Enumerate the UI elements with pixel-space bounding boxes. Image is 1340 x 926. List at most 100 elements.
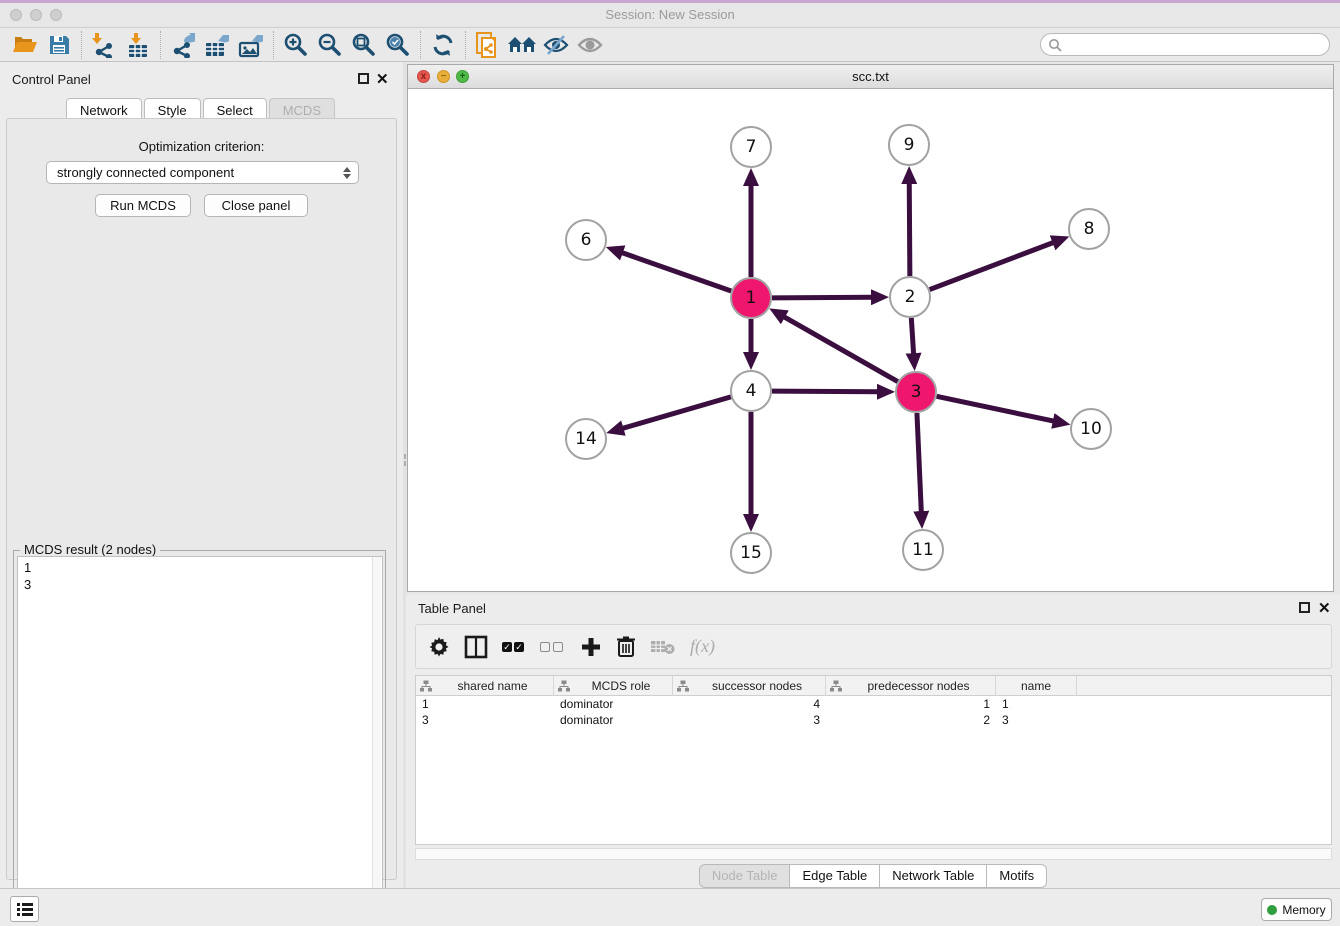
result-scrollbar[interactable]	[372, 557, 381, 925]
edge-4-to-3[interactable]	[772, 391, 879, 392]
deselect-all-checkboxes-icon[interactable]	[540, 632, 566, 662]
column-header-MCDS-role[interactable]: MCDS role	[554, 676, 673, 696]
zoom-selected-icon[interactable]	[381, 30, 415, 60]
edge-4-to-14[interactable]	[622, 397, 731, 429]
network-window: x − + scc.txt 7 9 6 8 1 2 4 3 14 10 15 11	[407, 64, 1334, 592]
table-panel: Table Panel ✕ ✓✓	[406, 595, 1340, 888]
network-window-title: scc.txt	[408, 69, 1333, 84]
mcds-result-title: MCDS result (2 nodes)	[20, 542, 160, 557]
hide-selected-icon[interactable]	[539, 30, 573, 60]
tab-network-table[interactable]: Network Table	[880, 864, 987, 888]
table-row[interactable]: 3dominator323	[416, 712, 1331, 728]
column-header-successor-nodes[interactable]: successor nodes	[673, 676, 826, 696]
table-row[interactable]: 1dominator411	[416, 696, 1331, 712]
graph-node-3[interactable]: 3	[895, 371, 937, 413]
table-cell[interactable]: 3	[996, 712, 1077, 728]
edge-2-to-9[interactable]	[909, 182, 910, 276]
graph-node-15[interactable]: 15	[730, 532, 772, 574]
criterion-dropdown[interactable]: strongly connected component	[46, 161, 359, 184]
zoom-in-icon[interactable]	[279, 30, 313, 60]
control-panel-title: Control Panel	[12, 72, 91, 87]
network-canvas[interactable]: 7 9 6 8 1 2 4 3 14 10 15 11	[408, 89, 1333, 591]
refresh-icon[interactable]	[426, 30, 460, 60]
edge-1-to-6[interactable]	[621, 252, 731, 291]
tab-motifs[interactable]: Motifs	[987, 864, 1047, 888]
control-panel: Control Panel ✕ NetworkStyleSelectMCDS O…	[0, 62, 403, 888]
show-columns-icon[interactable]	[464, 632, 488, 662]
table-float-icon[interactable]	[1299, 602, 1310, 613]
table-cell[interactable]: 1	[826, 696, 996, 712]
export-network-icon[interactable]	[166, 30, 200, 60]
window-title: Session: New Session	[0, 7, 1340, 22]
graph-node-9[interactable]: 9	[888, 124, 930, 166]
table-cell[interactable]: 3	[673, 712, 826, 728]
memory-label: Memory	[1282, 903, 1325, 917]
graph-node-8[interactable]: 8	[1068, 208, 1110, 250]
export-image-icon[interactable]	[234, 30, 268, 60]
import-network-icon[interactable]	[87, 30, 121, 60]
show-all-icon	[573, 30, 607, 60]
table-close-icon[interactable]: ✕	[1318, 599, 1331, 617]
edge-3-to-1[interactable]	[783, 316, 898, 381]
zoom-fit-icon[interactable]	[347, 30, 381, 60]
delete-table-icon	[650, 632, 676, 662]
import-table-icon[interactable]	[121, 30, 155, 60]
zoom-out-icon[interactable]	[313, 30, 347, 60]
tab-edge-table[interactable]: Edge Table	[790, 864, 880, 888]
float-panel-icon[interactable]	[358, 73, 369, 84]
attribute-tree-icon	[420, 680, 432, 692]
column-header-name[interactable]: name	[996, 676, 1077, 696]
attribute-tree-icon	[558, 680, 570, 692]
table-cell[interactable]: 4	[673, 696, 826, 712]
dropdown-arrows-icon	[343, 166, 351, 180]
export-table-icon[interactable]	[200, 30, 234, 60]
table-cell[interactable]: 3	[416, 712, 554, 728]
node-table[interactable]: shared nameMCDS rolesuccessor nodesprede…	[415, 675, 1332, 845]
edge-3-to-11[interactable]	[917, 413, 921, 513]
add-column-icon[interactable]	[580, 632, 602, 662]
graph-node-14[interactable]: 14	[565, 418, 607, 460]
table-options-gear-icon[interactable]	[428, 632, 450, 662]
edge-3-to-10[interactable]	[937, 396, 1055, 421]
network-window-titlebar[interactable]: x − + scc.txt	[408, 65, 1333, 89]
attribute-tree-icon	[677, 680, 689, 692]
table-cell[interactable]: 1	[416, 696, 554, 712]
graph-node-6[interactable]: 6	[565, 219, 607, 261]
edge-1-to-2[interactable]	[772, 297, 873, 298]
close-panel-button[interactable]: Close panel	[204, 194, 308, 217]
graph-node-7[interactable]: 7	[730, 126, 772, 168]
edge-2-to-8[interactable]	[930, 242, 1055, 289]
close-panel-icon[interactable]: ✕	[376, 70, 389, 88]
first-neighbors-icon[interactable]	[505, 30, 539, 60]
delete-column-trash-icon[interactable]	[616, 632, 636, 662]
table-cell[interactable]: dominator	[554, 696, 673, 712]
memory-status-icon	[1267, 905, 1277, 915]
table-horizontal-scrollbar[interactable]	[415, 848, 1332, 860]
graph-node-1[interactable]: 1	[730, 277, 772, 319]
run-mcds-button[interactable]: Run MCDS	[95, 194, 191, 217]
edge-2-to-3[interactable]	[911, 318, 913, 355]
save-session-icon[interactable]	[42, 30, 76, 60]
graph-node-10[interactable]: 10	[1070, 408, 1112, 450]
graph-node-2[interactable]: 2	[889, 276, 931, 318]
task-list-icon	[17, 902, 33, 916]
memory-button[interactable]: Memory	[1261, 898, 1332, 921]
column-header-shared-name[interactable]: shared name	[416, 676, 554, 696]
search-input[interactable]	[1040, 33, 1330, 56]
table-tabs: Node TableEdge TableNetwork TableMotifs	[406, 864, 1340, 888]
table-cell[interactable]: 1	[996, 696, 1077, 712]
graph-node-4[interactable]: 4	[730, 370, 772, 412]
task-history-button[interactable]	[10, 896, 39, 922]
table-panel-title: Table Panel	[418, 601, 486, 616]
window-edge-accent	[0, 0, 1340, 3]
select-all-checkboxes-icon[interactable]: ✓✓	[502, 632, 526, 662]
graph-node-11[interactable]: 11	[902, 529, 944, 571]
mcds-result-text[interactable]: 1 3	[17, 556, 383, 926]
tab-node-table[interactable]: Node Table	[699, 864, 791, 888]
open-session-icon[interactable]	[8, 30, 42, 60]
clone-network-icon[interactable]	[471, 30, 505, 60]
function-builder-icon: f(x)	[690, 632, 715, 662]
table-cell[interactable]: dominator	[554, 712, 673, 728]
table-cell[interactable]: 2	[826, 712, 996, 728]
column-header-predecessor-nodes[interactable]: predecessor nodes	[826, 676, 996, 696]
